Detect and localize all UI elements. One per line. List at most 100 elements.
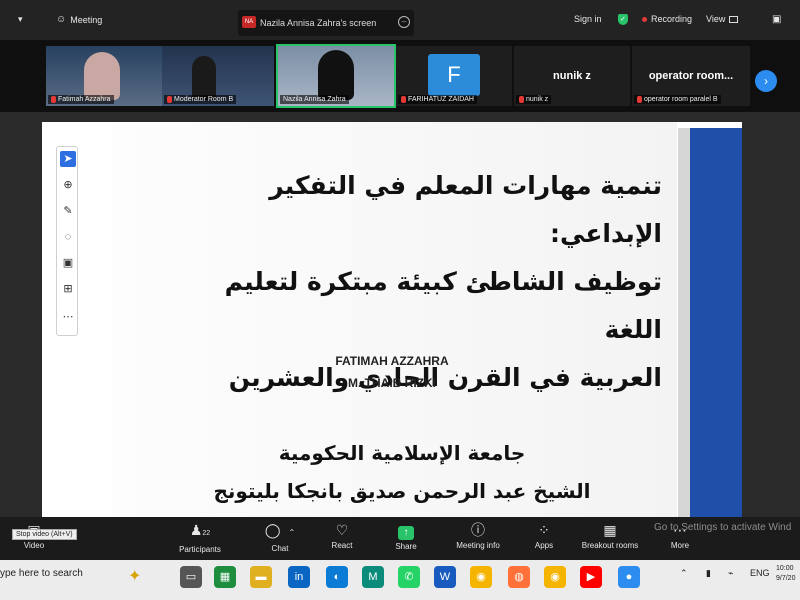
clock-time: 10:00 bbox=[776, 565, 794, 572]
heart-icon: ♡ bbox=[335, 522, 349, 538]
network-icon[interactable]: ⌁ bbox=[728, 568, 733, 579]
react-button[interactable]: ♡ React bbox=[312, 521, 372, 550]
active-speaker-tile[interactable]: Nazila Annisa Zahra bbox=[276, 44, 396, 108]
zoom-icon[interactable]: ⊕ bbox=[60, 177, 76, 193]
participants-button[interactable]: ♟22 Participants bbox=[170, 521, 230, 554]
participant-tile[interactable]: Moderator Room B bbox=[162, 46, 274, 106]
chrome-icon[interactable]: ◉ bbox=[470, 566, 492, 588]
presentation-slide: تنمية مهارات المعلم في التفكير الإبداعي:… bbox=[42, 122, 742, 517]
search-highlight-icon[interactable]: ✦ bbox=[128, 566, 141, 586]
participant-video-person bbox=[318, 50, 354, 100]
share-label: Share bbox=[395, 542, 417, 551]
activate-windows-watermark: Go to Settings to activate Wind bbox=[654, 522, 792, 533]
participants-icon: ♟22 bbox=[189, 522, 211, 538]
security-shield-icon[interactable]: ✓ bbox=[618, 14, 628, 25]
participant-video-person bbox=[84, 52, 120, 100]
avatar: F bbox=[428, 54, 480, 96]
terminal-app-icon[interactable]: M bbox=[362, 566, 384, 588]
participant-name: Moderator Room B bbox=[174, 96, 234, 103]
participant-name: Fatimah Azzahra bbox=[58, 96, 111, 103]
chevron-up-icon[interactable]: ⌃ bbox=[288, 528, 295, 537]
stop-video-tooltip: Stop video (Alt+V) bbox=[12, 529, 77, 540]
eraser-icon[interactable]: ◌ bbox=[60, 229, 76, 245]
recording-indicator[interactable]: Recording bbox=[642, 14, 692, 24]
mic-muted-icon bbox=[167, 96, 172, 103]
chat-label: Chat bbox=[271, 544, 289, 553]
zoom-window: ▾ ☺ Meeting NA Nazila Annisa Zahra's scr… bbox=[0, 0, 800, 600]
top-bar: ▾ ☺ Meeting NA Nazila Annisa Zahra's scr… bbox=[0, 0, 800, 40]
whatsapp-icon[interactable]: ✆ bbox=[398, 566, 420, 588]
author-name: M. THAIB RIZKI bbox=[348, 376, 436, 390]
university-line: الشيخ عبد الرحمن صديق بانجكا بليتونج bbox=[213, 479, 591, 503]
chat-button[interactable]: ◯ ⌃ Chat bbox=[250, 521, 310, 553]
participant-tile[interactable]: F FARIHATUZ ZAIDAH bbox=[396, 46, 512, 106]
next-page-button[interactable]: › bbox=[755, 70, 777, 92]
mic-muted-icon bbox=[519, 96, 524, 103]
capture-icon[interactable]: ▣ bbox=[60, 255, 76, 271]
slide-authors: FATIMAH AZZAHRA M. THAIB RIZKI bbox=[292, 350, 492, 394]
windows-taskbar: ype here to search ✦ ▭ ▦ ▬ in ◐ M ✆ W ◉ … bbox=[0, 560, 800, 600]
participant-tile[interactable]: operator room... operator room paralel B bbox=[632, 46, 750, 106]
university-line: جامعة الإسلامية الحكومية bbox=[278, 441, 526, 465]
react-label: React bbox=[331, 541, 353, 550]
sign-in-label: Sign in bbox=[574, 14, 602, 24]
linkedin-icon[interactable]: in bbox=[288, 566, 310, 588]
more-icon[interactable]: ⋯ bbox=[60, 309, 76, 325]
file-explorer-icon[interactable]: ▬ bbox=[250, 566, 272, 588]
participants-count: 22 bbox=[202, 530, 211, 537]
edge-browser-icon[interactable]: ◐ bbox=[326, 566, 348, 588]
stamp-icon[interactable]: ⊞ bbox=[60, 281, 76, 297]
meeting-people-icon: ☺ bbox=[56, 14, 67, 25]
video-gallery-strip: Fatimah Azzahra Moderator Room B Nazila … bbox=[0, 40, 800, 112]
view-menu[interactable]: View bbox=[706, 14, 739, 24]
meeting-info-button[interactable]: ⓘ Meeting info bbox=[448, 521, 508, 550]
chrome-profile-icon[interactable]: ◉ bbox=[544, 566, 566, 588]
participant-tile[interactable]: Fatimah Azzahra bbox=[46, 46, 162, 106]
firefox-icon[interactable]: ◍ bbox=[508, 566, 530, 588]
slide-university: جامعة الإسلامية الحكومية الشيخ عبد الرحم… bbox=[192, 434, 612, 510]
window-menu-icon[interactable]: ▣ bbox=[772, 14, 781, 25]
language-indicator[interactable]: ENG bbox=[750, 568, 770, 578]
slide-title-line: توظيف الشاطئ كبيئة مبتكرة لتعليم اللغة bbox=[224, 267, 662, 344]
slide-side-stripe bbox=[678, 128, 690, 517]
slide-title-line: تنمية مهارات المعلم في التفكير الإبداعي: bbox=[269, 171, 662, 248]
meeting-info-label: Meeting info bbox=[456, 541, 500, 550]
spreadsheet-app-icon[interactable]: ▦ bbox=[214, 566, 236, 588]
tray-chevron-icon[interactable]: ⌃ bbox=[680, 568, 688, 579]
apps-button[interactable]: ⁘ Apps bbox=[514, 521, 574, 550]
breakout-rooms-label: Breakout rooms bbox=[581, 541, 639, 550]
zoom-app-icon[interactable]: ● bbox=[618, 566, 640, 588]
clock[interactable]: 10:00 9/7/20 bbox=[776, 564, 795, 584]
share-button[interactable]: ↑ Share bbox=[376, 521, 436, 551]
word-icon[interactable]: W bbox=[434, 566, 456, 588]
collapse-chevron-icon[interactable]: ▾ bbox=[18, 14, 23, 25]
close-share-icon[interactable]: – bbox=[398, 16, 410, 28]
apps-label: Apps bbox=[534, 541, 554, 550]
chat-bubble-icon: ◯ ⌃ bbox=[264, 522, 296, 538]
shield-check-icon: ✓ bbox=[618, 14, 628, 25]
participant-nameplate: Moderator Room B bbox=[164, 95, 237, 104]
youtube-icon[interactable]: ▶ bbox=[580, 566, 602, 588]
search-placeholder: ype here to search bbox=[0, 568, 83, 579]
info-icon: ⓘ bbox=[471, 522, 485, 538]
usb-icon[interactable]: ▮ bbox=[706, 568, 711, 579]
task-view-icon[interactable]: ▭ bbox=[180, 566, 202, 588]
screen-share-tab[interactable]: NA Nazila Annisa Zahra's screen – bbox=[238, 10, 414, 36]
share-tab-title: Nazila Annisa Zahra's screen bbox=[260, 18, 377, 28]
participant-name: FARIHATUZ ZAIDAH bbox=[408, 96, 474, 103]
participant-tile[interactable]: nunik z nunik z bbox=[514, 46, 630, 106]
participant-nameplate: operator room paralel B bbox=[634, 95, 721, 104]
grid-view-icon bbox=[729, 15, 739, 23]
taskbar-search-box[interactable]: ype here to search bbox=[0, 568, 83, 579]
select-icon[interactable]: ➤ bbox=[60, 151, 76, 167]
annotation-toolbar: ➤ ⊕ ✎ ◌ ▣ ⊞ ⋯ bbox=[56, 146, 78, 336]
mic-muted-icon bbox=[401, 96, 406, 103]
pen-icon[interactable]: ✎ bbox=[60, 203, 76, 219]
meeting-menu[interactable]: ☺ Meeting bbox=[56, 14, 102, 25]
breakout-grid-icon: ▦ bbox=[603, 522, 617, 538]
share-screen-icon: ↑ bbox=[376, 521, 436, 540]
participant-nameplate: Fatimah Azzahra bbox=[48, 95, 114, 104]
participant-display-name: nunik z bbox=[553, 70, 591, 82]
breakout-rooms-button[interactable]: ▦ Breakout rooms bbox=[580, 521, 640, 550]
sign-in-link[interactable]: Sign in bbox=[574, 14, 602, 24]
